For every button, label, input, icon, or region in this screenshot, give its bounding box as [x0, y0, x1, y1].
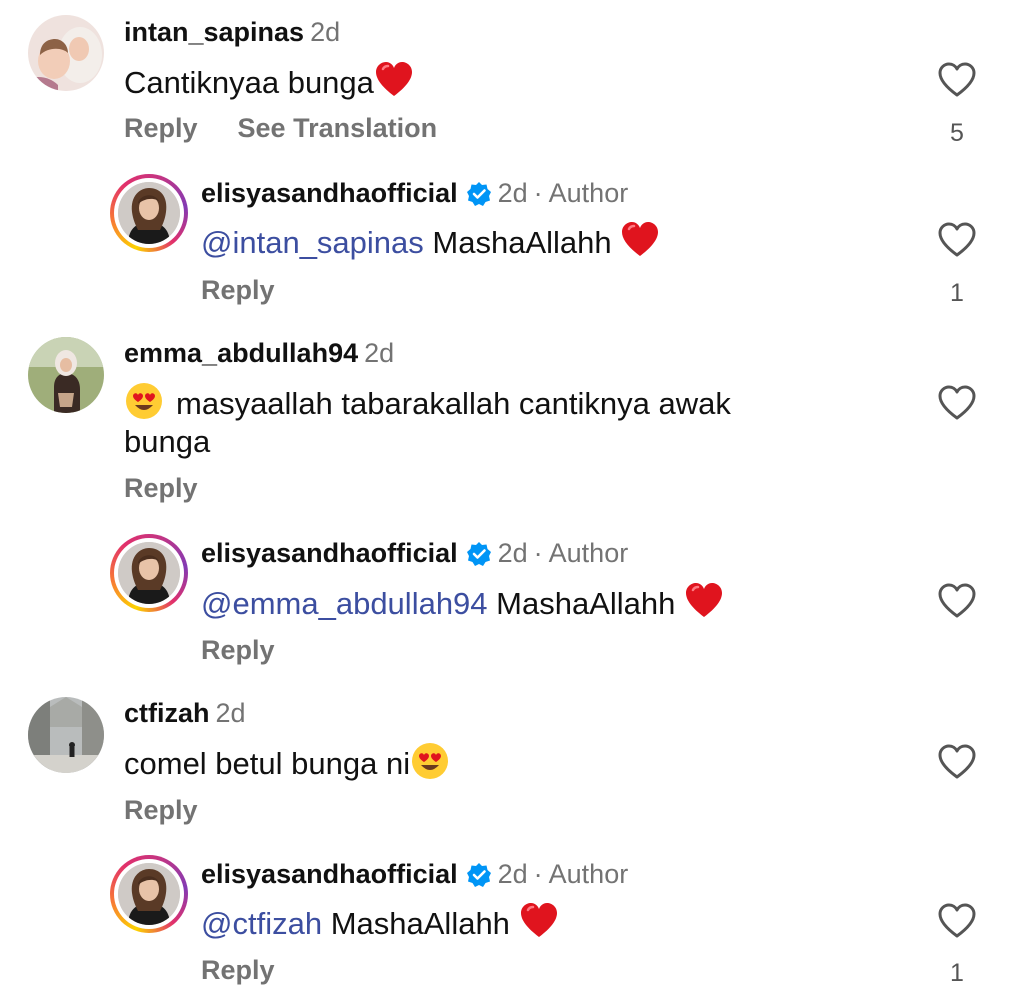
username[interactable]: elisyasandhaofficial — [201, 178, 458, 208]
verified-badge-icon — [466, 541, 492, 567]
separator: · — [533, 178, 543, 208]
reply-button[interactable]: Reply — [201, 275, 275, 305]
like-count: 1 — [950, 959, 964, 987]
like-heart-icon[interactable] — [937, 60, 977, 100]
author-tag: Author — [548, 538, 629, 568]
mention-link[interactable]: @ctfizah — [201, 906, 322, 941]
reply-button[interactable]: Reply — [124, 795, 198, 825]
reply-header: elisyasandhaofficial 2d · Author — [201, 538, 628, 569]
like-heart-icon[interactable] — [937, 383, 977, 423]
comment-body: Cantiknyaa bunga — [124, 65, 374, 100]
separator: · — [533, 859, 543, 889]
reply-button[interactable]: Reply — [124, 113, 198, 143]
comment-header: intan_sapinas 2d — [124, 17, 340, 48]
separator: · — [533, 538, 543, 568]
reply-text: @intan_sapinas MashaAllahh — [201, 220, 660, 262]
reply-text: @ctfizah MashaAllahh — [201, 901, 559, 943]
username[interactable]: elisyasandhaofficial — [201, 859, 458, 889]
timestamp: 2d — [310, 17, 341, 47]
avatar[interactable] — [28, 15, 104, 91]
like-heart-icon[interactable] — [937, 220, 977, 260]
avatar[interactable] — [28, 697, 104, 773]
red-heart-emoji — [374, 60, 414, 100]
like-heart-icon[interactable] — [937, 742, 977, 782]
comment-text: comel betul bunga ni — [124, 741, 450, 783]
verified-badge-icon — [466, 862, 492, 888]
comment-body: masyaallah tabarakallah cantiknya awak — [176, 386, 731, 421]
reply-actions: Reply — [201, 635, 315, 666]
comment-actions: Reply See Translation — [124, 113, 477, 144]
reply-button[interactable]: Reply — [124, 473, 198, 503]
reply-actions: Reply — [201, 955, 315, 986]
reply-header: elisyasandhaofficial 2d · Author — [201, 178, 628, 209]
timestamp: 2d — [497, 859, 528, 889]
username[interactable]: emma_abdullah94 — [124, 338, 358, 368]
author-avatar[interactable] — [110, 174, 188, 252]
reply-body: MashaAllahh — [432, 225, 612, 260]
timestamp: 2d — [364, 338, 395, 368]
red-heart-emoji — [519, 901, 559, 941]
comment-actions: Reply — [124, 795, 238, 826]
author-avatar[interactable] — [110, 855, 188, 933]
avatar[interactable] — [28, 337, 104, 413]
see-translation-button[interactable]: See Translation — [238, 113, 438, 143]
comment-body: comel betul bunga ni — [124, 746, 411, 781]
comment-text: Cantiknyaa bunga — [124, 60, 414, 102]
like-heart-icon[interactable] — [937, 581, 977, 621]
comment-body-line-2: bunga — [124, 424, 211, 459]
reply-header: elisyasandhaofficial 2d · Author — [201, 859, 628, 890]
comment-actions: Reply — [124, 473, 238, 504]
timestamp: 2d — [497, 178, 528, 208]
reply-text: @emma_abdullah94 MashaAllahh — [201, 581, 724, 623]
mention-link[interactable]: @intan_sapinas — [201, 225, 424, 260]
like-heart-icon[interactable] — [937, 901, 977, 941]
comment-thread-1: intan_sapinas 2d Cantiknyaa bunga Reply Se… — [0, 0, 1024, 315]
red-heart-emoji — [620, 220, 660, 260]
like-count: 1 — [950, 279, 964, 307]
username[interactable]: intan_sapinas — [124, 17, 304, 47]
comment-header: ctfizah 2d — [124, 698, 246, 729]
reply-actions: Reply — [201, 275, 315, 306]
red-heart-emoji — [684, 581, 724, 621]
reply-body: MashaAllahh — [330, 906, 510, 941]
username[interactable]: ctfizah — [124, 698, 210, 728]
comment-header: emma_abdullah94 2d — [124, 338, 394, 369]
reply-button[interactable]: Reply — [201, 955, 275, 985]
author-avatar[interactable] — [110, 534, 188, 612]
author-tag: Author — [548, 178, 629, 208]
heart-eyes-emoji — [124, 381, 164, 421]
username[interactable]: elisyasandhaofficial — [201, 538, 458, 568]
like-count: 5 — [950, 119, 964, 147]
timestamp: 2d — [215, 698, 246, 728]
reply-button[interactable]: Reply — [201, 635, 275, 665]
author-tag: Author — [548, 859, 629, 889]
reply-body: MashaAllahh — [496, 586, 676, 621]
heart-eyes-emoji — [410, 741, 450, 781]
timestamp: 2d — [497, 538, 528, 568]
mention-link[interactable]: @emma_abdullah94 — [201, 586, 488, 621]
comment-text: masyaallah tabarakallah cantiknya awak bu… — [124, 381, 731, 461]
verified-badge-icon — [466, 181, 492, 207]
